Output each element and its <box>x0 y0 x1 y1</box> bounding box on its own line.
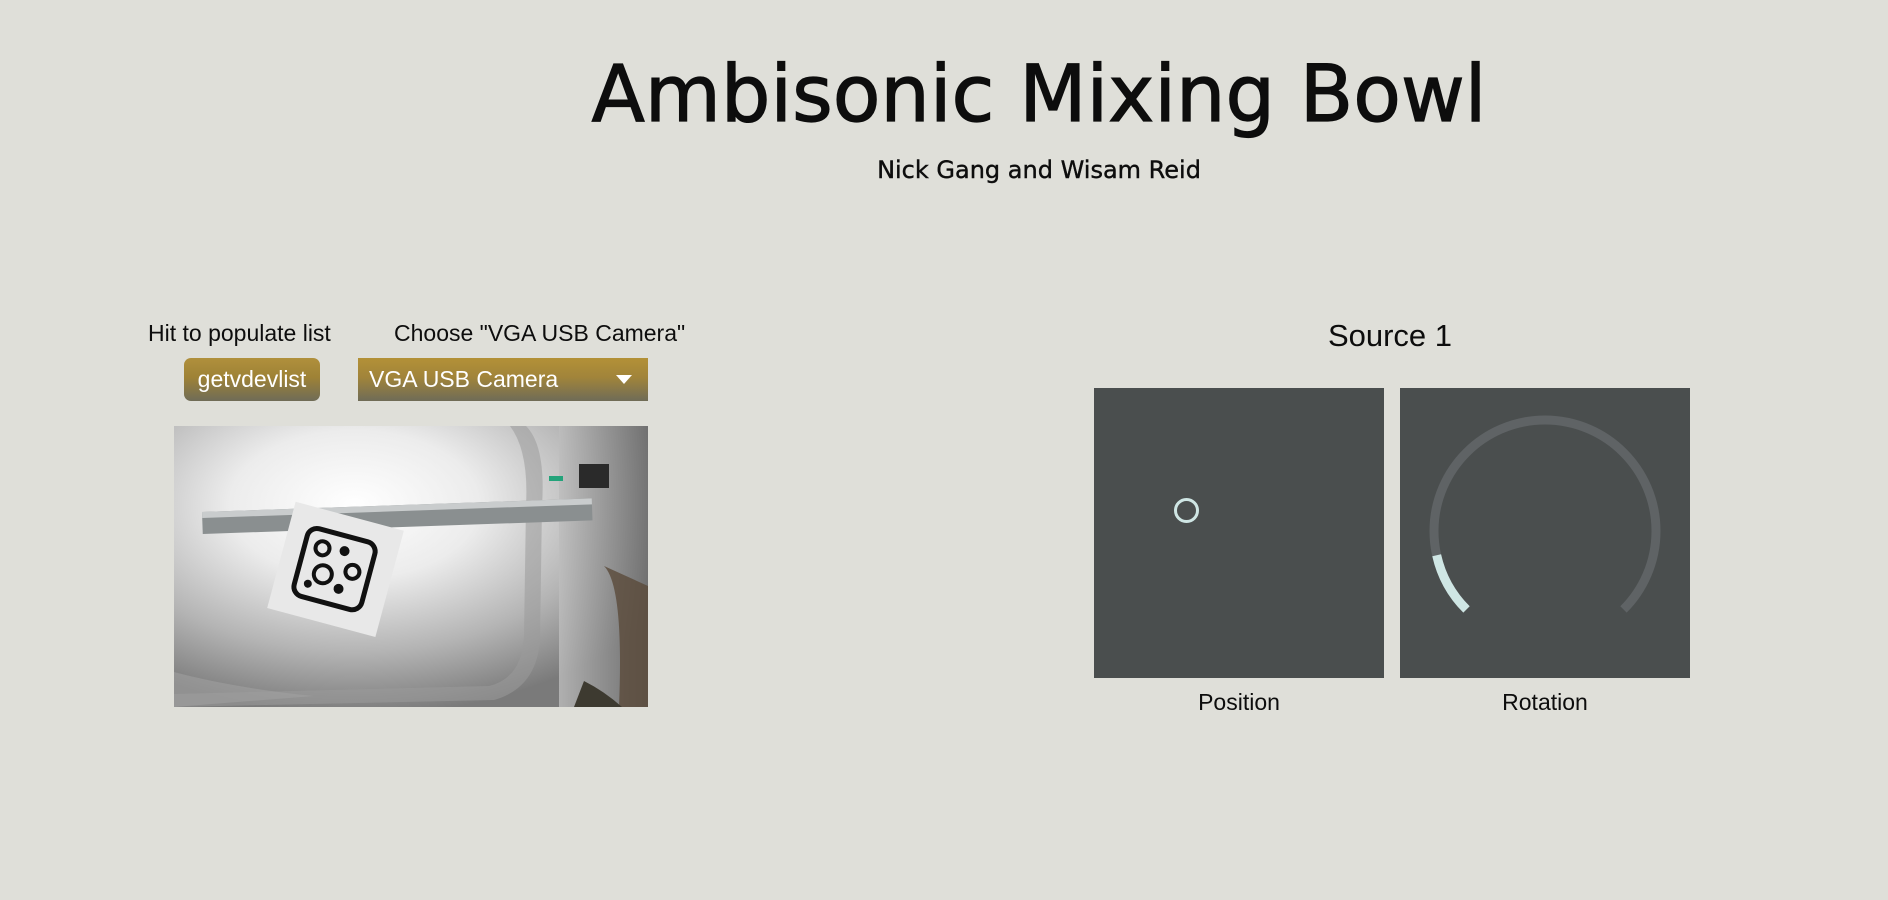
getvdevlist-button[interactable]: getvdevlist <box>184 358 320 401</box>
populate-hint: Hit to populate list <box>148 320 331 346</box>
camera-device-selected: VGA USB Camera <box>369 366 559 392</box>
rotation-track <box>1429 415 1661 613</box>
camera-preview <box>174 426 648 707</box>
rotation-dial[interactable] <box>1400 388 1690 678</box>
camera-device-select[interactable]: VGA USB Camera <box>358 358 648 401</box>
dropdown-arrow-icon <box>616 375 632 384</box>
rotation-label: Rotation <box>1502 689 1588 715</box>
rotation-dial-graphic <box>1429 415 1661 613</box>
app-title: Ambisonic Mixing Bowl <box>591 49 1487 140</box>
choose-camera-hint: Choose "VGA USB Camera" <box>394 320 686 346</box>
camera-frame-image <box>174 426 648 707</box>
position-handle[interactable] <box>1174 498 1199 523</box>
rotation-value-arc <box>1432 554 1470 613</box>
source-title: Source 1 <box>1327 318 1453 353</box>
authors: Nick Gang and Wisam Reid <box>877 156 1201 184</box>
position-pad[interactable] <box>1094 388 1384 678</box>
position-label: Position <box>1198 689 1280 715</box>
